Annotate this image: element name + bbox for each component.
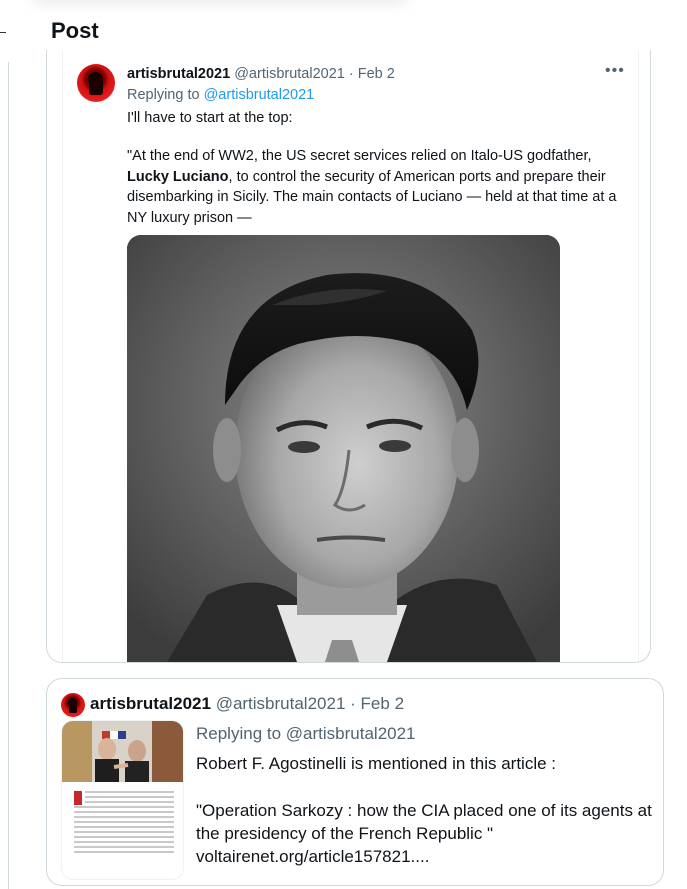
lucky-luciano-bold: Lucky Luciano — [127, 168, 229, 185]
quoted-author-avatar[interactable] — [61, 693, 85, 717]
quoted-replying-to: Replying to @artisbrutal2021 — [196, 724, 416, 744]
quoted-replying-mention[interactable]: @artisbrutal2021 — [286, 724, 416, 743]
quoted-post-meta: artisbrutal2021 @artisbrutal2021 · Feb 2 — [90, 694, 404, 714]
meta-separator: · — [348, 66, 354, 82]
post-date[interactable]: Feb 2 — [358, 66, 395, 82]
quoted-thumbnail[interactable] — [61, 720, 184, 880]
thumbnail-photo — [62, 721, 183, 782]
quoted-meta-separator: · — [350, 694, 356, 713]
quoted-post-date[interactable]: Feb 2 — [361, 694, 404, 713]
replying-mention-link[interactable]: @artisbrutal2021 — [204, 87, 315, 103]
author-handle[interactable]: @artisbrutal2021 — [234, 66, 345, 82]
thumbnail-article-text — [74, 791, 174, 856]
paragraph-start: "At the end of WW2, the US secret servic… — [127, 148, 592, 164]
quoted-text-line2: "Operation Sarkozy : how the CIA placed … — [196, 801, 652, 866]
post-text-line1: I'll have to start at the top: — [127, 110, 293, 126]
more-horizontal-icon[interactable]: ••• — [605, 62, 625, 80]
replying-prefix: Replying to — [127, 87, 200, 103]
column-divider — [8, 62, 9, 889]
post-meta: artisbrutal2021 @artisbrutal2021 · Feb 2 — [127, 66, 395, 82]
portrait-image — [127, 235, 560, 662]
quoted-replying-prefix: Replying to — [196, 724, 282, 743]
page-title: Post — [51, 18, 99, 43]
author-avatar[interactable] — [77, 64, 115, 102]
quoted-author-handle[interactable]: @artisbrutal2021 — [216, 694, 346, 713]
post-photo[interactable] — [127, 235, 560, 662]
back-arrow-fragment[interactable] — [0, 32, 6, 33]
quoted-text-line1: Robert F. Agostinelli is mentioned in th… — [196, 754, 557, 773]
replying-to: Replying to @artisbrutal2021 — [127, 87, 314, 103]
post-text-paragraph: "At the end of WW2, the US secret servic… — [127, 146, 627, 228]
author-name[interactable]: artisbrutal2021 — [127, 66, 230, 82]
quoted-author-name[interactable]: artisbrutal2021 — [90, 694, 211, 713]
header-shadow — [30, 0, 410, 6]
